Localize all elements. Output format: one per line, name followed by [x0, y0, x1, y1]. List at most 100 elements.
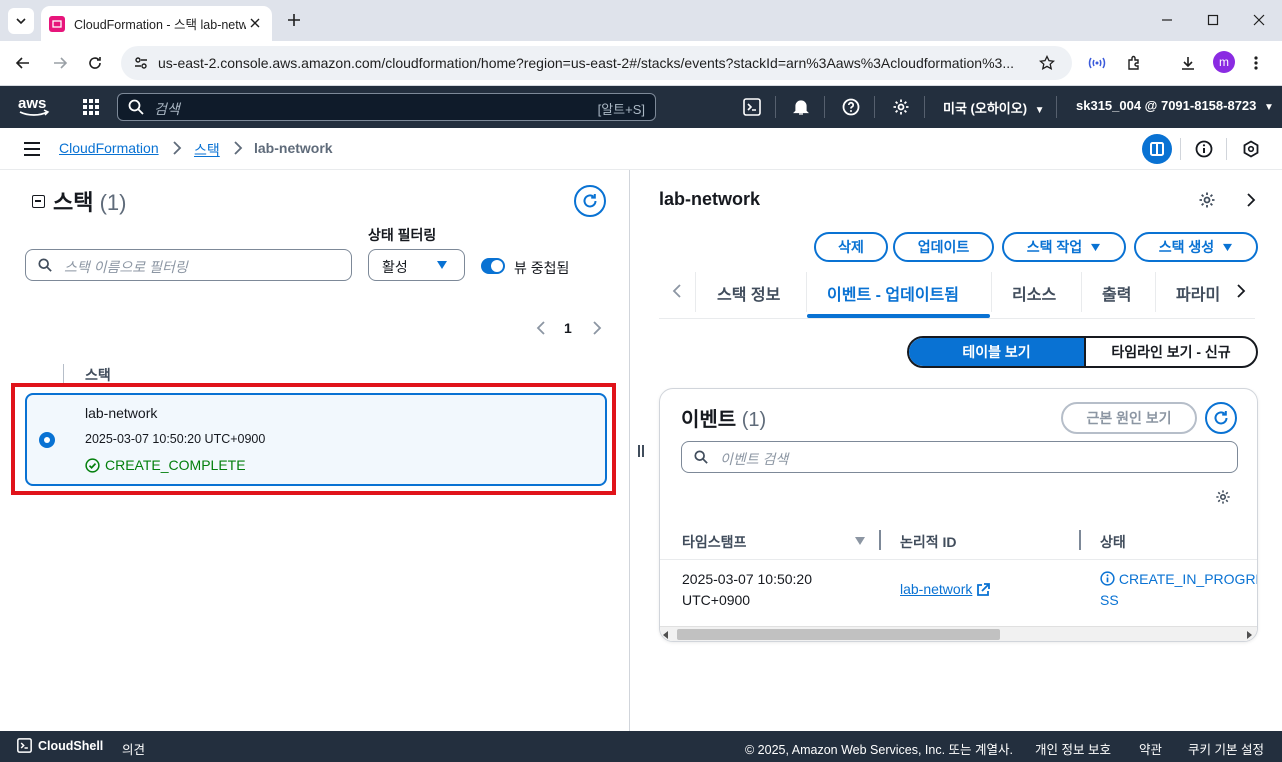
chevron-right-icon[interactable]	[1246, 193, 1256, 207]
sort-descending-icon[interactable]	[854, 536, 866, 546]
hamburger-menu-icon[interactable]	[23, 140, 41, 158]
cloudshell-icon[interactable]	[742, 97, 762, 117]
column-header-logical-id[interactable]: 논리적 ID	[900, 532, 957, 552]
feedback-link[interactable]: 의견	[122, 739, 145, 758]
breadcrumb-stacks[interactable]: 스택	[194, 140, 220, 160]
caret-down-icon	[1091, 243, 1101, 251]
panel-resize-handle[interactable]	[638, 445, 646, 459]
tab-search-button[interactable]	[8, 8, 34, 34]
nested-view-toggle[interactable]	[481, 258, 505, 274]
forward-arrow-icon[interactable]	[48, 51, 72, 75]
stack-actions-button[interactable]: 스택 작업	[1002, 232, 1126, 262]
column-header-status[interactable]: 상태	[1100, 532, 1126, 552]
minimize-window-icon[interactable]	[1155, 8, 1179, 32]
browser-tab-title: CloudFormation - 스택 lab-network	[74, 18, 246, 32]
download-icon[interactable]	[1176, 51, 1200, 75]
privacy-link[interactable]: 개인 정보 보호	[1035, 739, 1111, 758]
status-filter-select[interactable]: 활성	[368, 249, 465, 281]
extension-radar-icon[interactable]	[1085, 51, 1109, 75]
aws-logo-icon[interactable]: aws	[17, 94, 51, 121]
create-stack-button[interactable]: 스택 생성	[1134, 232, 1258, 262]
tab-parameters[interactable]: 파라미	[1176, 281, 1222, 305]
tabs-scroll-left-icon[interactable]	[672, 284, 682, 298]
scrollbar-thumb[interactable]	[677, 629, 1000, 640]
column-resizer[interactable]	[879, 530, 881, 550]
back-arrow-icon[interactable]	[11, 51, 35, 75]
column-resizer[interactable]	[1079, 530, 1081, 550]
cloudformation-favicon-icon	[49, 15, 65, 32]
notifications-bell-icon[interactable]	[791, 97, 811, 117]
stack-select-radio[interactable]	[39, 432, 55, 448]
events-count: (1)	[741, 409, 767, 431]
browser-tab-active[interactable]: CloudFormation - 스택 lab-network	[41, 6, 272, 41]
extensions-puzzle-icon[interactable]	[1122, 51, 1146, 75]
refresh-stacks-button[interactable]	[574, 185, 606, 217]
settings-gear-icon[interactable]	[1198, 191, 1216, 209]
pagination-current-page[interactable]: 1	[564, 320, 572, 336]
events-search-input[interactable]: 이벤트 검색	[681, 441, 1238, 473]
site-info-icon[interactable]	[133, 55, 149, 71]
new-tab-icon[interactable]	[283, 9, 305, 31]
search-shortcut-hint: [알트+S]	[597, 102, 645, 117]
bookmark-star-icon[interactable]	[1039, 55, 1055, 71]
account-menu[interactable]: sk315_004 @ 7091-8158-8723 ▼	[1076, 98, 1274, 113]
table-view-button[interactable]: 테이블 보기	[909, 338, 1084, 366]
delete-button[interactable]: 삭제	[814, 232, 888, 262]
split-panel-toggle-icon[interactable]	[1142, 134, 1172, 164]
search-icon	[694, 450, 708, 464]
profile-avatar[interactable]: m	[1213, 51, 1235, 73]
collapse-panel-icon[interactable]	[32, 195, 45, 208]
cloudshell-label: CloudShell	[38, 738, 104, 753]
maximize-window-icon[interactable]	[1201, 8, 1225, 32]
update-button[interactable]: 업데이트	[893, 232, 994, 262]
cloudshell-footer-button[interactable]: CloudShell	[17, 738, 103, 753]
search-icon	[128, 99, 144, 115]
help-icon[interactable]	[841, 97, 861, 117]
assistant-icon[interactable]	[1236, 134, 1266, 164]
info-panel-icon[interactable]	[1189, 134, 1219, 164]
table-preferences-gear-icon[interactable]	[1215, 489, 1231, 505]
event-status[interactable]: CREATE_IN_PROGRESS	[1100, 569, 1257, 611]
close-window-icon[interactable]	[1247, 8, 1271, 32]
reload-icon[interactable]	[83, 51, 107, 75]
chevron-right-icon	[173, 141, 182, 155]
root-cause-button[interactable]: 근본 원인 보기	[1061, 402, 1197, 434]
nav-divider	[874, 96, 875, 118]
column-header-timestamp[interactable]: 타임스탬프	[682, 532, 746, 552]
refresh-events-button[interactable]	[1205, 402, 1237, 434]
tabs-scroll-right-icon[interactable]	[1236, 284, 1246, 298]
caret-down-icon	[437, 261, 447, 269]
pagination-prev-icon[interactable]	[536, 321, 546, 335]
scroll-right-arrow-icon[interactable]	[1246, 631, 1252, 639]
tab-events[interactable]: 이벤트 - 업데이트됨	[827, 281, 959, 305]
tab-outputs[interactable]: 출력	[1102, 281, 1131, 305]
tab-stack-info[interactable]: 스택 정보	[717, 281, 780, 305]
success-check-icon	[85, 457, 100, 473]
stack-name-filter-input[interactable]: 스택 이름으로 필터링	[25, 249, 352, 281]
close-tab-icon[interactable]	[246, 14, 264, 32]
scroll-left-arrow-icon[interactable]	[663, 631, 669, 639]
timeline-view-button[interactable]: 타임라인 보기 - 신규	[1084, 338, 1256, 366]
horizontal-scrollbar[interactable]	[660, 626, 1257, 641]
cookie-preferences-link[interactable]: 쿠키 기본 설정	[1188, 739, 1264, 758]
pagination-next-icon[interactable]	[592, 321, 602, 335]
tab-divider	[1155, 272, 1156, 312]
terms-link[interactable]: 약관	[1139, 739, 1162, 758]
tab-resources[interactable]: 리소스	[1012, 281, 1056, 305]
url-field[interactable]: us-east-2.console.aws.amazon.com/cloudfo…	[121, 46, 1072, 80]
region-selector[interactable]: 미국 (오하이오) ▼	[943, 98, 1045, 117]
event-logical-id-link[interactable]: lab-network	[900, 579, 991, 600]
events-table-container: 이벤트 (1) 근본 원인 보기 이벤트 검색 타임스탬프 논리적 ID 상태 …	[659, 388, 1258, 642]
search-placeholder: 검색	[154, 101, 180, 117]
services-grid-icon[interactable]	[81, 97, 101, 117]
view-mode-segmented-control: 테이블 보기 타임라인 보기 - 신규	[907, 336, 1258, 368]
settings-gear-icon[interactable]	[891, 97, 911, 117]
aws-search-input[interactable]: 검색 [알트+S]	[117, 93, 656, 121]
refresh-icon	[583, 194, 597, 208]
breadcrumb-cloudformation[interactable]: CloudFormation	[59, 140, 159, 156]
stack-row[interactable]: lab-network 2025-03-07 10:50:20 UTC+0900…	[25, 393, 607, 486]
stacks-panel: 스택 (1) 스택 이름으로 필터링 상태 필터링 활성 뷰 중첩됨 1 스택 …	[0, 170, 630, 731]
browser-menu-icon[interactable]	[1244, 51, 1268, 75]
toolbar-divider	[1180, 138, 1181, 160]
event-timestamp-zone: UTC+0900	[682, 592, 751, 608]
